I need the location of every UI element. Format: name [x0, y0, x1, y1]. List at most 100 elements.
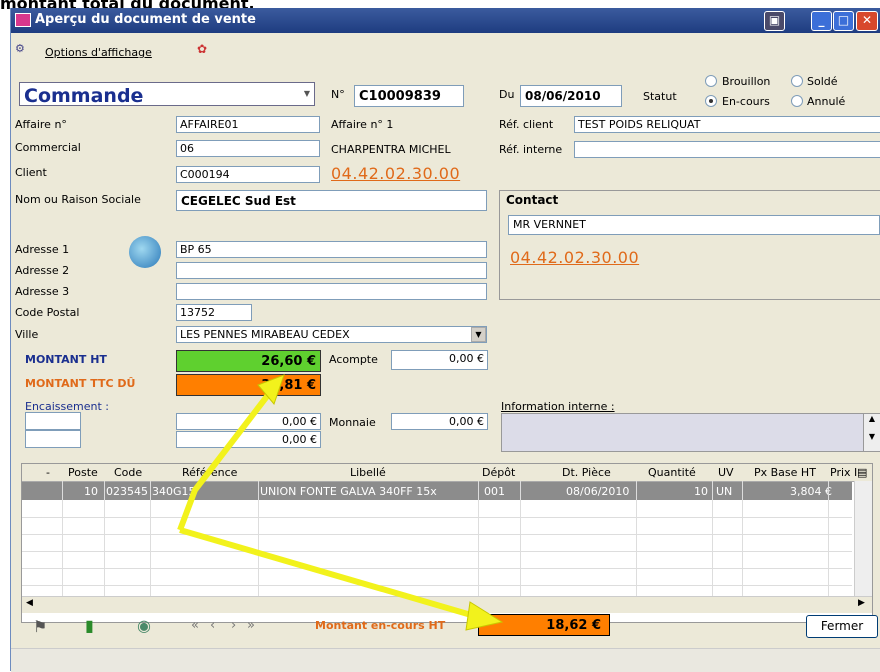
table-row[interactable] — [22, 552, 852, 569]
cell-libelle: UNION FONTE GALVA 340FF 15x — [260, 485, 437, 498]
column-divider — [636, 481, 637, 599]
document-number-field[interactable]: C10009839 — [354, 85, 464, 107]
col-header-uv[interactable]: UV — [718, 466, 734, 479]
montant-en-cours-label: Montant en-cours HT — [315, 619, 446, 632]
minimize-button[interactable]: _ — [811, 11, 832, 31]
column-chooser-icon[interactable]: ▤ — [857, 466, 867, 479]
column-divider — [520, 481, 521, 599]
encaissement-mode-2[interactable] — [25, 430, 81, 448]
globe-search-icon[interactable] — [129, 236, 161, 268]
affaire-label: Affaire n° — [15, 118, 67, 131]
grid-vertical-scrollbar[interactable] — [854, 481, 872, 596]
cell-reference: 340G15 — [152, 485, 196, 498]
montant-en-cours-value: 18,62 € — [478, 614, 610, 636]
radio-annule-label: Annulé — [807, 95, 846, 108]
col-header-prix[interactable]: Prix I — [830, 466, 857, 479]
ref-client-field[interactable]: TEST POIDS RELIQUAT — [574, 116, 880, 133]
barcode-icon[interactable]: ⚑ — [33, 617, 47, 636]
toolbar: ⚙ Options d'affichage ✿ — [11, 34, 880, 64]
acompte-field[interactable]: 0,00 € — [391, 350, 488, 370]
date-label: Du — [499, 88, 515, 101]
table-row[interactable] — [22, 535, 852, 552]
monnaie-label: Monnaie — [329, 416, 376, 429]
column-divider — [478, 481, 479, 599]
first-page-icon[interactable]: « — [191, 618, 199, 633]
col-header-code[interactable]: Code — [114, 466, 142, 479]
cell-poste: 10 — [84, 485, 98, 498]
display-options-icon[interactable]: ⚙ — [15, 42, 29, 55]
encaissement-amount-1[interactable]: 0,00 € — [176, 413, 321, 430]
col-header-libelle[interactable]: Libellé — [350, 466, 386, 479]
restore-icon[interactable]: ▣ — [764, 11, 785, 31]
col-header-poste[interactable]: Poste — [68, 466, 98, 479]
column-divider — [712, 481, 713, 599]
adresse2-field[interactable] — [176, 262, 487, 279]
column-divider — [104, 481, 105, 599]
book-icon[interactable]: ▮ — [85, 616, 94, 635]
ville-label: Ville — [15, 328, 39, 341]
client-phone-link[interactable]: 04.42.02.30.00 — [331, 164, 460, 183]
radio-brouillon[interactable] — [705, 75, 717, 87]
display-options-menu[interactable]: Options d'affichage — [45, 46, 152, 59]
table-row[interactable]: 10 023545 340G15 UNION FONTE GALVA 340FF… — [22, 482, 852, 500]
close-button[interactable]: ✕ — [856, 11, 878, 31]
cp-field[interactable]: 13752 — [176, 304, 252, 321]
palette-icon[interactable]: ✿ — [197, 42, 207, 56]
grid-header: - Poste Code Référence Libellé Dépôt Dt.… — [22, 464, 872, 482]
radio-annule[interactable] — [791, 95, 803, 107]
radio-en-cours[interactable] — [705, 95, 717, 107]
adresse1-field[interactable]: BP 65 — [176, 241, 487, 258]
montant-ttc-label: MONTANT TTC DÛ — [25, 377, 136, 390]
commercial-name: CHARPENTRA MICHEL — [331, 143, 451, 156]
date-field[interactable]: 08/06/2010 — [520, 85, 622, 107]
ref-interne-field[interactable] — [574, 141, 880, 158]
fermer-button[interactable]: Fermer — [806, 615, 878, 638]
contact-name-field[interactable]: MR VERNNET — [508, 215, 880, 235]
adresse3-field[interactable] — [176, 283, 487, 300]
ville-select[interactable]: LES PENNES MIRABEAU CEDEX — [176, 326, 487, 343]
footer-bar: ⚑ ▮ ◉ « ‹ › » Montant en-cours HT 18,62 … — [11, 606, 880, 642]
nom-field[interactable]: CEGELEC Sud Est — [176, 190, 487, 211]
radio-brouillon-label: Brouillon — [722, 75, 771, 88]
chevron-down-icon: ▼ — [303, 89, 310, 98]
acompte-label: Acompte — [329, 353, 378, 366]
table-row[interactable] — [22, 501, 852, 518]
table-row[interactable] — [22, 569, 852, 586]
col-header-depot[interactable]: Dépôt — [482, 466, 515, 479]
col-header-reference[interactable]: Référence — [182, 466, 237, 479]
col-header-dash[interactable]: - — [46, 466, 50, 479]
title-bar[interactable]: Aperçu du document de vente ▣ _ □ ✕ — [11, 8, 880, 33]
col-header-quantite[interactable]: Quantité — [648, 466, 696, 479]
affaire-field[interactable]: AFFAIRE01 — [176, 116, 320, 133]
cell-code: 023545 — [106, 485, 148, 498]
col-header-dt-piece[interactable]: Dt. Pièce — [562, 466, 611, 479]
maximize-button[interactable]: □ — [833, 11, 854, 31]
cell-quantite: 10 — [694, 485, 708, 498]
column-divider — [742, 481, 743, 599]
next-page-icon[interactable]: › — [231, 618, 236, 633]
commercial-field[interactable]: 06 — [176, 140, 320, 157]
radio-solde[interactable] — [791, 75, 803, 87]
nom-label: Nom ou Raison Sociale — [15, 193, 141, 206]
ref-client-label: Réf. client — [499, 118, 554, 131]
table-row[interactable] — [22, 518, 852, 535]
prev-page-icon[interactable]: ‹ — [210, 618, 215, 633]
encaissement-mode-1[interactable] — [25, 412, 81, 430]
encaissement-amount-2[interactable]: 0,00 € — [176, 431, 321, 448]
column-divider — [150, 481, 151, 599]
info-interne-field[interactable] — [501, 413, 865, 452]
col-header-px-base-ht[interactable]: Px Base HT — [754, 466, 816, 479]
cell-depot: 001 — [484, 485, 505, 498]
contact-phone-link[interactable]: 04.42.02.30.00 — [510, 248, 639, 267]
radio-solde-label: Soldé — [807, 75, 838, 88]
document-type-select[interactable]: Commande ▼ — [19, 82, 315, 106]
contact-group: Contact MR VERNNET 04.42.02.30.00 — [499, 190, 880, 300]
chevron-down-icon[interactable]: ▼ — [471, 327, 486, 342]
monnaie-field[interactable]: 0,00 € — [391, 413, 488, 430]
last-page-icon[interactable]: » — [247, 618, 255, 633]
info-scrollbar[interactable]: ▲ ▼ — [863, 413, 880, 452]
globe-icon[interactable]: ◉ — [137, 616, 151, 635]
lines-grid: - Poste Code Référence Libellé Dépôt Dt.… — [21, 463, 873, 623]
client-field[interactable]: C000194 — [176, 166, 320, 183]
statut-label: Statut — [643, 90, 677, 103]
